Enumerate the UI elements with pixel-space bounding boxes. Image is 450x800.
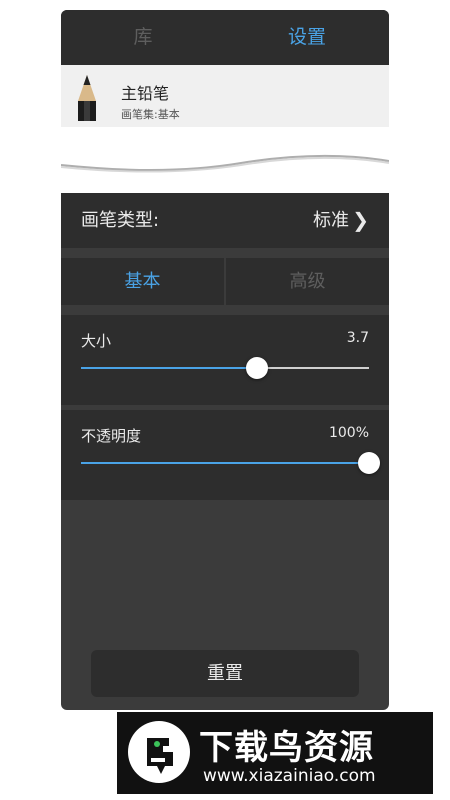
stroke-preview (61, 127, 389, 193)
brush-type-label: 画笔类型: (81, 210, 160, 231)
brush-name: 主铅笔 (121, 84, 170, 103)
segment-advanced[interactable]: 高级 (226, 258, 389, 305)
brush-set-label: 画笔集:基本 (121, 108, 180, 121)
watermark-title: 下载鸟资源 (199, 728, 374, 768)
settings-segment: 基本 高级 (61, 258, 389, 305)
opacity-label: 不透明度 (81, 427, 142, 445)
brush-type-row[interactable]: 画笔类型: 标准 ❯ (61, 193, 389, 248)
reset-button[interactable]: 重置 (91, 650, 359, 697)
opacity-slider[interactable] (81, 452, 380, 474)
size-label: 大小 (81, 332, 112, 350)
current-brush[interactable]: 主铅笔 画笔集:基本 (61, 65, 389, 127)
watermark-banner: 下载鸟资源 www.xiazainiao.com (117, 712, 433, 794)
pencil-icon (78, 75, 96, 121)
tab-library[interactable]: 库 (61, 10, 225, 65)
watermark-url: www.xiazainiao.com (203, 766, 376, 786)
bird-logo-icon (128, 721, 190, 783)
tab-settings[interactable]: 设置 (225, 10, 389, 65)
chevron-right-icon: ❯ (352, 208, 369, 232)
brush-type-value: 标准 (313, 210, 349, 231)
opacity-slider-thumb[interactable] (358, 452, 380, 474)
segment-basic[interactable]: 基本 (61, 258, 224, 305)
opacity-setting: 不透明度 100% (61, 410, 389, 500)
brush-settings-panel: 库 设置 主铅笔 画笔集:基本 画笔类型: 标准 ❯ 基本 高级 大小 3.7 (61, 10, 389, 710)
tab-bar: 库 设置 (61, 10, 389, 65)
size-slider-fill (81, 367, 257, 369)
opacity-slider-fill (81, 462, 369, 464)
size-value: 3.7 (346, 330, 369, 346)
size-slider-thumb[interactable] (245, 357, 268, 379)
opacity-value: 100% (328, 425, 369, 441)
size-slider[interactable] (81, 357, 369, 379)
stroke-preview-line (61, 154, 389, 173)
size-setting: 大小 3.7 (61, 315, 389, 405)
